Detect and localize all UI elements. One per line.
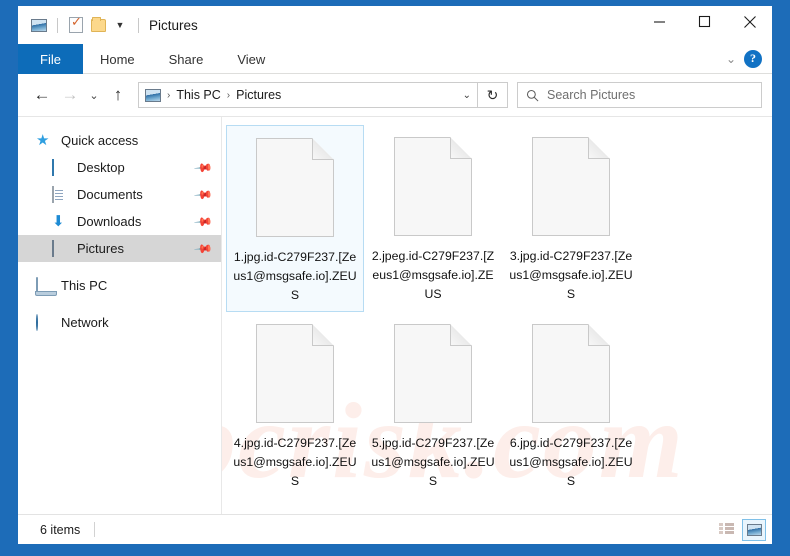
- ribbon-tabs: File Home Share View ⌄ ?: [18, 44, 772, 74]
- sidebar-item-label: This PC: [61, 278, 108, 293]
- tab-home[interactable]: Home: [83, 44, 152, 74]
- sidebar-item-label: Pictures: [77, 241, 124, 256]
- sidebar-item-this-pc[interactable]: This PC: [18, 272, 221, 299]
- breadcrumb-pictures[interactable]: Pictures: [236, 88, 281, 102]
- file-item[interactable]: 3.jpg.id-C279F237.[Zeus1@msgsafe.io].ZEU…: [502, 125, 640, 312]
- view-toggle-group: [714, 518, 766, 541]
- sidebar-item-label: Desktop: [77, 160, 125, 175]
- file-name: 1.jpg.id-C279F237.[Zeus1@msgsafe.io].ZEU…: [233, 250, 357, 302]
- tab-file[interactable]: File: [18, 44, 83, 74]
- close-button[interactable]: [727, 6, 772, 37]
- breadcrumb-this-pc[interactable]: This PC: [176, 88, 220, 102]
- window-controls: [637, 6, 772, 44]
- search-placeholder: Search Pictures: [547, 88, 636, 102]
- sidebar-item-desktop[interactable]: Desktop 📌: [18, 154, 221, 181]
- quick-access-toolbar: ▼ Pictures: [18, 14, 198, 36]
- desktop-icon: [52, 158, 69, 176]
- file-item[interactable]: 2.jpeg.id-C279F237.[Zeus1@msgsafe.io].ZE…: [364, 125, 502, 312]
- ribbon-right-controls: ⌄ ?: [726, 44, 772, 73]
- breadcrumb-separator-2: ›: [226, 89, 231, 101]
- file-name: 3.jpg.id-C279F237.[Zeus1@msgsafe.io].ZEU…: [509, 249, 633, 301]
- properties-icon[interactable]: [65, 14, 87, 36]
- navigation-pane: ★ Quick access Desktop 📌 Documents 📌 ⬇ D…: [18, 117, 222, 514]
- pin-icon[interactable]: 📌: [193, 184, 213, 204]
- sidebar-item-label: Network: [61, 315, 109, 330]
- documents-icon: [52, 185, 69, 203]
- blank-file-icon: [256, 324, 334, 423]
- blank-file-icon: [394, 324, 472, 423]
- this-pc-icon: [36, 276, 53, 294]
- title-bar: ▼ Pictures: [18, 6, 772, 44]
- back-button[interactable]: ←: [28, 81, 56, 109]
- sidebar-item-label: Quick access: [61, 133, 139, 148]
- file-item[interactable]: 6.jpg.id-C279F237.[Zeus1@msgsafe.io].ZEU…: [502, 312, 640, 499]
- sidebar-item-network[interactable]: Network: [18, 309, 221, 336]
- chevron-down-icon[interactable]: ⌄: [726, 52, 736, 66]
- search-input[interactable]: Search Pictures: [517, 82, 762, 108]
- file-grid: 1.jpg.id-C279F237.[Zeus1@msgsafe.io].ZEU…: [222, 117, 772, 499]
- blank-file-icon: [532, 324, 610, 423]
- file-name: 4.jpg.id-C279F237.[Zeus1@msgsafe.io].ZEU…: [233, 436, 357, 488]
- up-button[interactable]: ↑: [104, 81, 132, 109]
- file-item[interactable]: 4.jpg.id-C279F237.[Zeus1@msgsafe.io].ZEU…: [226, 312, 364, 499]
- recent-locations-button[interactable]: ⌄: [84, 81, 104, 109]
- sidebar-item-documents[interactable]: Documents 📌: [18, 181, 221, 208]
- file-list-pane[interactable]: pcrisk.com 1.jpg.id-C279F237.[Zeus1@msgs…: [222, 117, 772, 514]
- pin-icon[interactable]: 📌: [193, 211, 213, 231]
- breadcrumb[interactable]: › This PC › Pictures ⌄: [138, 82, 478, 108]
- sidebar-item-label: Documents: [77, 187, 143, 202]
- refresh-icon[interactable]: ↻: [478, 82, 508, 108]
- breadcrumb-separator: ›: [167, 89, 171, 101]
- maximize-button[interactable]: [682, 6, 727, 37]
- pictures-icon: [52, 239, 69, 257]
- help-icon[interactable]: ?: [744, 49, 762, 68]
- file-item[interactable]: 5.jpg.id-C279F237.[Zeus1@msgsafe.io].ZEU…: [364, 312, 502, 499]
- new-folder-icon[interactable]: [87, 14, 109, 36]
- explorer-body: ★ Quick access Desktop 📌 Documents 📌 ⬇ D…: [18, 116, 772, 514]
- file-name: 6.jpg.id-C279F237.[Zeus1@msgsafe.io].ZEU…: [509, 436, 633, 488]
- network-icon: [36, 313, 53, 331]
- item-count: 6 items: [40, 522, 81, 537]
- explorer-window: ▼ Pictures File Home Share View ⌄ ?: [18, 6, 772, 544]
- chevron-down-icon[interactable]: ⌄: [455, 90, 471, 101]
- tab-view[interactable]: View: [220, 44, 282, 74]
- downloads-icon: ⬇: [52, 212, 65, 230]
- blank-file-icon: [256, 138, 334, 237]
- blank-file-icon: [532, 137, 610, 236]
- toolbar-divider: [57, 17, 58, 33]
- window-title: Pictures: [149, 17, 198, 33]
- sidebar-item-quick-access[interactable]: ★ Quick access: [18, 127, 221, 154]
- file-name: 2.jpeg.id-C279F237.[Zeus1@msgsafe.io].ZE…: [371, 249, 495, 301]
- status-bar: 6 items: [18, 514, 772, 544]
- sidebar-item-pictures[interactable]: Pictures 📌: [18, 235, 221, 262]
- search-icon: [526, 89, 539, 101]
- file-item[interactable]: 1.jpg.id-C279F237.[Zeus1@msgsafe.io].ZEU…: [226, 125, 364, 312]
- pictures-icon: [145, 88, 161, 102]
- sidebar-item-label: Downloads: [77, 214, 142, 229]
- file-name: 5.jpg.id-C279F237.[Zeus1@msgsafe.io].ZEU…: [371, 436, 495, 488]
- minimize-button[interactable]: [637, 6, 682, 37]
- pin-icon[interactable]: 📌: [193, 157, 213, 177]
- large-icons-view-button[interactable]: [742, 518, 766, 541]
- status-divider: [94, 522, 96, 537]
- star-icon: ★: [36, 131, 50, 149]
- toolbar-divider-2: [138, 17, 139, 33]
- customize-caret-icon[interactable]: ▼: [109, 14, 131, 36]
- sidebar-item-downloads[interactable]: ⬇ Downloads 📌: [18, 208, 221, 235]
- address-bar: ← → ⌄ ↑ › This PC › Pictures ⌄ ↻ Search …: [18, 74, 772, 116]
- pictures-icon: [28, 14, 50, 36]
- details-view-button[interactable]: [714, 519, 738, 541]
- forward-button[interactable]: →: [56, 81, 84, 109]
- tab-share[interactable]: Share: [152, 44, 221, 74]
- blank-file-icon: [394, 137, 472, 236]
- pin-icon[interactable]: 📌: [193, 238, 213, 258]
